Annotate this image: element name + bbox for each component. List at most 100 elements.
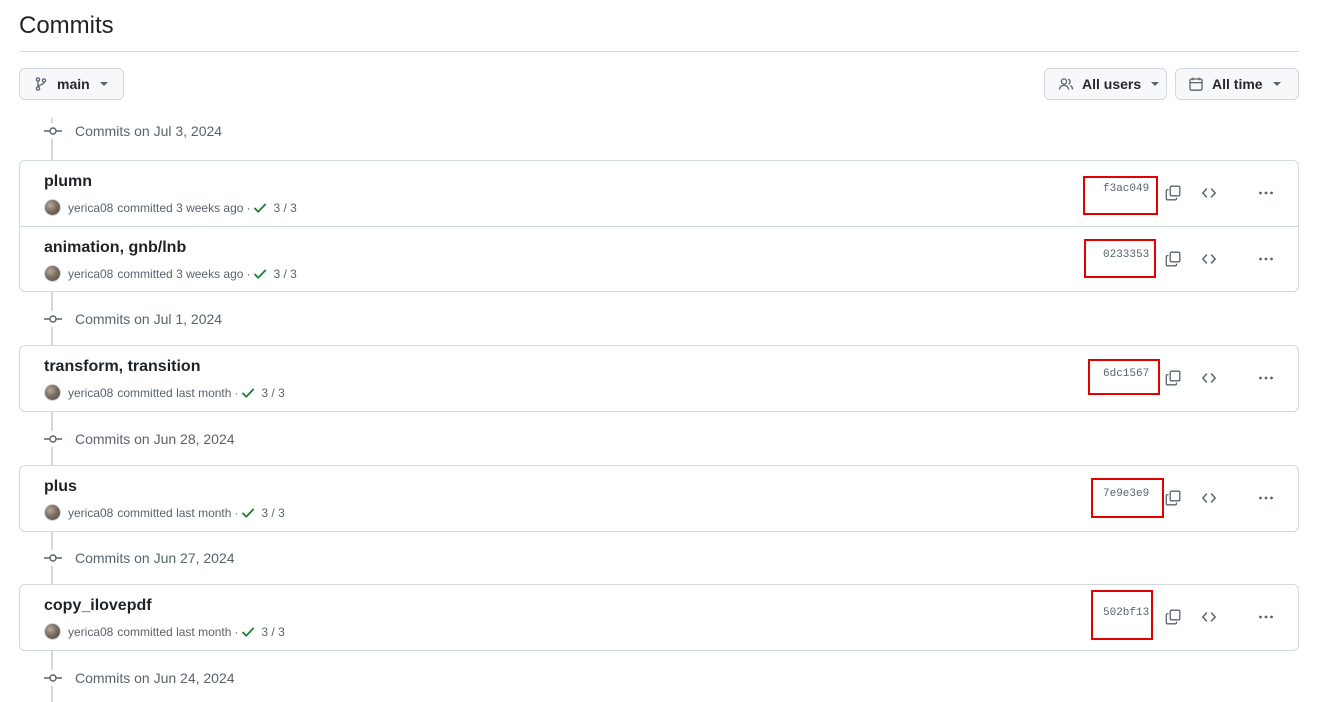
commit-message-link[interactable]: copy_ilovepdf <box>44 597 152 615</box>
checks-count[interactable]: 3 / 3 <box>261 506 284 520</box>
commit-action: committed <box>117 505 173 520</box>
commit-meta: yerica08 committed 3 weeks ago · 3 / 3 <box>44 265 297 282</box>
commit-row: transform, transition yerica08 committed… <box>20 346 1298 411</box>
commit-message-link[interactable]: animation, gnb/lnb <box>44 239 186 257</box>
commit-group-header: Commits on Jul 1, 2024 <box>44 309 222 329</box>
separator-dot: · <box>246 266 251 281</box>
code-icon[interactable] <box>1201 251 1217 267</box>
kebab-horizontal-icon[interactable] <box>1258 609 1274 625</box>
commit-list: plus yerica08 committed last month · 3 /… <box>19 465 1299 532</box>
sha-highlight-box <box>1091 478 1164 518</box>
separator-dot: · <box>246 200 251 215</box>
commit-meta: yerica08 committed last month · 3 / 3 <box>44 623 285 640</box>
commit-message-link[interactable]: transform, transition <box>44 358 200 376</box>
commit-action: committed <box>117 624 173 639</box>
commit-group-date: Commits on Jul 1, 2024 <box>75 311 223 327</box>
kebab-horizontal-icon[interactable] <box>1258 251 1274 267</box>
code-icon[interactable] <box>1201 370 1217 386</box>
separator-dot: · <box>234 505 239 520</box>
time-filter-button[interactable]: All time <box>1175 68 1299 100</box>
copy-icon[interactable] <box>1165 370 1181 386</box>
commit-row: plus yerica08 committed last month · 3 /… <box>20 466 1298 531</box>
copy-icon[interactable] <box>1165 609 1181 625</box>
copy-icon[interactable] <box>1165 490 1181 506</box>
copy-icon[interactable] <box>1165 185 1181 201</box>
git-branch-icon <box>33 76 49 92</box>
check-icon[interactable] <box>253 267 267 281</box>
commit-meta: yerica08 committed last month · 3 / 3 <box>44 504 285 521</box>
avatar[interactable] <box>44 199 61 216</box>
git-commit-icon <box>44 431 62 447</box>
branch-selector-button[interactable]: main <box>19 68 124 100</box>
avatar[interactable] <box>44 504 61 521</box>
chevron-down-icon <box>99 82 108 86</box>
sha-highlight-box <box>1084 239 1156 278</box>
chevron-down-icon <box>1272 82 1281 86</box>
check-icon[interactable] <box>253 201 267 215</box>
commit-row: copy_ilovepdf yerica08 committed last mo… <box>20 585 1298 650</box>
commit-group-header: Commits on Jun 28, 2024 <box>44 429 235 449</box>
people-icon <box>1058 76 1074 92</box>
checks-count[interactable]: 3 / 3 <box>261 386 284 400</box>
git-commit-icon <box>44 670 62 686</box>
commit-message-link[interactable]: plumn <box>44 173 92 191</box>
commit-time: last month <box>176 624 232 639</box>
commit-meta: yerica08 committed 3 weeks ago · 3 / 3 <box>44 199 297 216</box>
separator-dot: · <box>234 385 239 400</box>
sha-highlight-box <box>1088 359 1160 395</box>
commit-author-link[interactable]: yerica08 <box>68 625 113 639</box>
commit-author-link[interactable]: yerica08 <box>68 506 113 520</box>
code-icon[interactable] <box>1201 185 1217 201</box>
commit-group-header: Commits on Jul 3, 2024 <box>44 121 222 141</box>
avatar[interactable] <box>44 265 61 282</box>
commit-list: transform, transition yerica08 committed… <box>19 345 1299 412</box>
page-title: Commits <box>19 12 114 39</box>
commit-action: committed <box>117 266 173 281</box>
avatar[interactable] <box>44 623 61 640</box>
git-commit-icon <box>44 311 62 327</box>
git-commit-icon <box>44 550 62 566</box>
users-filter-button[interactable]: All users <box>1044 68 1167 100</box>
calendar-icon <box>1188 76 1204 92</box>
commit-action: committed <box>117 200 173 215</box>
checks-count[interactable]: 3 / 3 <box>273 201 296 215</box>
branch-selector-label: main <box>57 76 90 92</box>
sha-highlight-box <box>1091 590 1153 640</box>
chevron-down-icon <box>1151 82 1160 86</box>
check-icon[interactable] <box>241 506 255 520</box>
checks-count[interactable]: 3 / 3 <box>273 267 296 281</box>
commit-time: 3 weeks ago <box>176 200 244 215</box>
title-divider <box>19 51 1299 52</box>
commit-group-date: Commits on Jun 24, 2024 <box>75 670 235 686</box>
commit-group-header: Commits on Jun 24, 2024 <box>44 668 235 688</box>
time-filter-label: All time <box>1212 76 1263 92</box>
checks-count[interactable]: 3 / 3 <box>261 625 284 639</box>
check-icon[interactable] <box>241 386 255 400</box>
kebab-horizontal-icon[interactable] <box>1258 370 1274 386</box>
commit-group-date: Commits on Jun 27, 2024 <box>75 550 235 566</box>
commit-time: 3 weeks ago <box>176 266 244 281</box>
commit-message-link[interactable]: plus <box>44 478 77 496</box>
commit-author-link[interactable]: yerica08 <box>68 386 113 400</box>
sha-highlight-box <box>1083 176 1158 215</box>
kebab-horizontal-icon[interactable] <box>1258 490 1274 506</box>
commit-time: last month <box>176 505 232 520</box>
commit-list: copy_ilovepdf yerica08 committed last mo… <box>19 584 1299 651</box>
copy-icon[interactable] <box>1165 251 1181 267</box>
commit-group-header: Commits on Jun 27, 2024 <box>44 548 235 568</box>
commit-row: animation, gnb/lnb yerica08 committed 3 … <box>20 226 1298 291</box>
commit-list: plumn yerica08 committed 3 weeks ago · 3… <box>19 160 1299 292</box>
users-filter-label: All users <box>1082 76 1142 92</box>
commit-group-date: Commits on Jul 3, 2024 <box>75 123 223 139</box>
code-icon[interactable] <box>1201 490 1217 506</box>
commit-row: plumn yerica08 committed 3 weeks ago · 3… <box>20 161 1298 226</box>
code-icon[interactable] <box>1201 609 1217 625</box>
avatar[interactable] <box>44 384 61 401</box>
check-icon[interactable] <box>241 625 255 639</box>
kebab-horizontal-icon[interactable] <box>1258 185 1274 201</box>
commit-time: last month <box>176 385 232 400</box>
commit-author-link[interactable]: yerica08 <box>68 201 113 215</box>
git-commit-icon <box>44 123 62 139</box>
commit-author-link[interactable]: yerica08 <box>68 267 113 281</box>
commit-meta: yerica08 committed last month · 3 / 3 <box>44 384 285 401</box>
